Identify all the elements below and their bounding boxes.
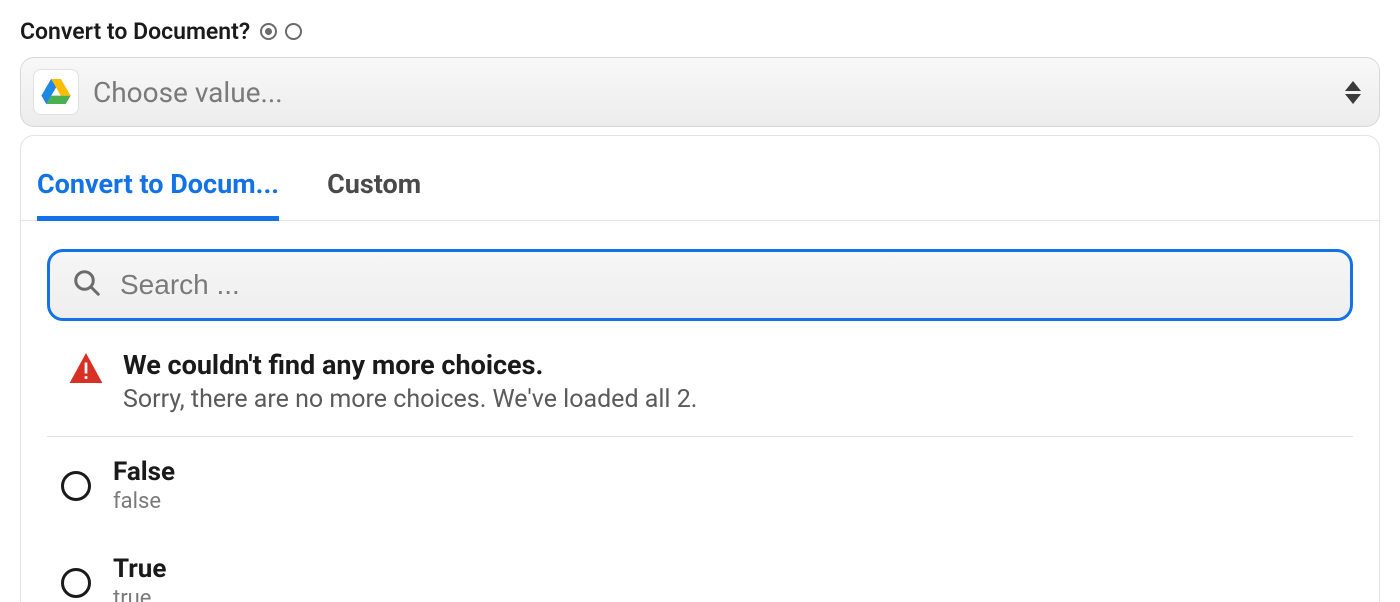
select-placeholder: Choose value... bbox=[93, 76, 1331, 109]
search-icon bbox=[72, 268, 102, 302]
no-more-choices-notice: We couldn't find any more choices. Sorry… bbox=[21, 321, 1379, 436]
notice-subtitle: Sorry, there are no more choices. We've … bbox=[123, 385, 697, 414]
label-radio-unselected[interactable] bbox=[285, 23, 302, 40]
field-label-row: Convert to Document? bbox=[20, 18, 1380, 45]
option-label: False bbox=[113, 457, 175, 487]
google-drive-icon bbox=[33, 69, 79, 115]
label-radio-selected[interactable] bbox=[260, 23, 277, 40]
option-false[interactable]: False false bbox=[21, 437, 1379, 534]
tab-convert-to-document[interactable]: Convert to Docum... bbox=[37, 168, 279, 221]
alert-icon bbox=[69, 353, 103, 387]
dropdown-panel: Convert to Docum... Custom bbox=[20, 135, 1380, 602]
option-true[interactable]: True true bbox=[21, 534, 1379, 602]
field-label: Convert to Document? bbox=[20, 18, 250, 45]
tab-custom[interactable]: Custom bbox=[327, 168, 421, 221]
option-label: True bbox=[113, 554, 166, 584]
search-input-wrap[interactable] bbox=[47, 249, 1353, 321]
select-stepper-icon bbox=[1345, 81, 1361, 104]
option-value: false bbox=[113, 489, 175, 514]
option-value: true bbox=[113, 586, 166, 602]
notice-title: We couldn't find any more choices. bbox=[123, 349, 697, 381]
label-radio-group bbox=[260, 23, 302, 40]
radio-icon bbox=[61, 471, 91, 501]
tabs-row: Convert to Docum... Custom bbox=[21, 136, 1379, 221]
value-select[interactable]: Choose value... bbox=[20, 57, 1380, 127]
radio-icon bbox=[61, 568, 91, 598]
search-input[interactable] bbox=[120, 269, 1328, 301]
